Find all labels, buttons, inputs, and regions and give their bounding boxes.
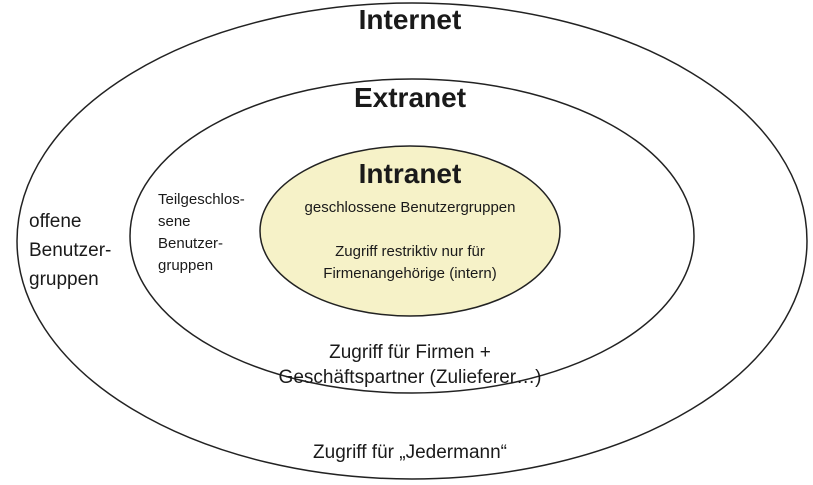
network-zones-diagram: Internet offene Benutzer- gruppen Zugrif…	[0, 0, 813, 485]
extranet-access-label: Zugriff für Firmen + Geschäftspartner (Z…	[278, 342, 542, 388]
internet-title: Internet	[358, 4, 462, 35]
intranet-title: Intranet	[358, 158, 462, 189]
intranet-group-label: geschlossene Benutzergruppen	[304, 199, 516, 216]
internet-side-label: offene Benutzer- gruppen	[29, 211, 112, 290]
extranet-title: Extranet	[353, 82, 467, 113]
intranet-access-label: Zugriff restriktiv nur für Firmenangehör…	[323, 243, 497, 282]
extranet-side-label: Teilgeschlos- sene Benutzer- gruppen	[158, 191, 245, 274]
internet-access-label: Zugriff für „Jedermann“	[313, 442, 507, 463]
